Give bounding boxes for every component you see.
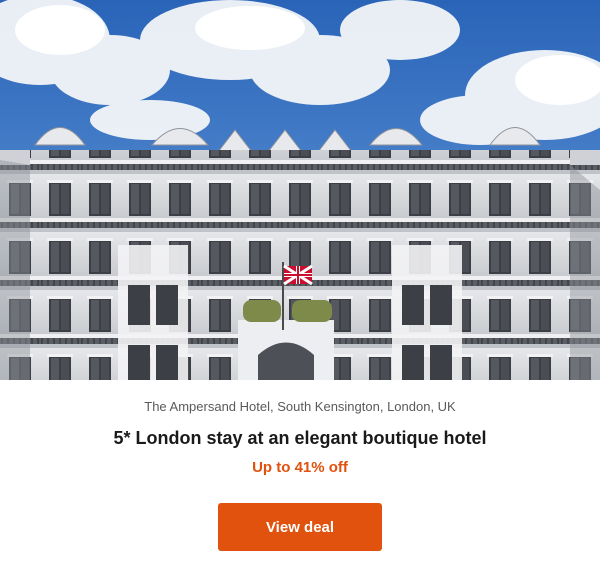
discount-text: Up to 41% off bbox=[252, 459, 348, 476]
hotel-photo[interactable] bbox=[0, 0, 600, 380]
view-deal-button[interactable]: View deal bbox=[218, 503, 382, 551]
deal-title[interactable]: 5* London stay at an elegant boutique ho… bbox=[0, 428, 600, 449]
deal-card: The Ampersand Hotel, South Kensington, L… bbox=[0, 0, 600, 575]
hotel-location: The Ampersand Hotel, South Kensington, L… bbox=[144, 399, 456, 414]
